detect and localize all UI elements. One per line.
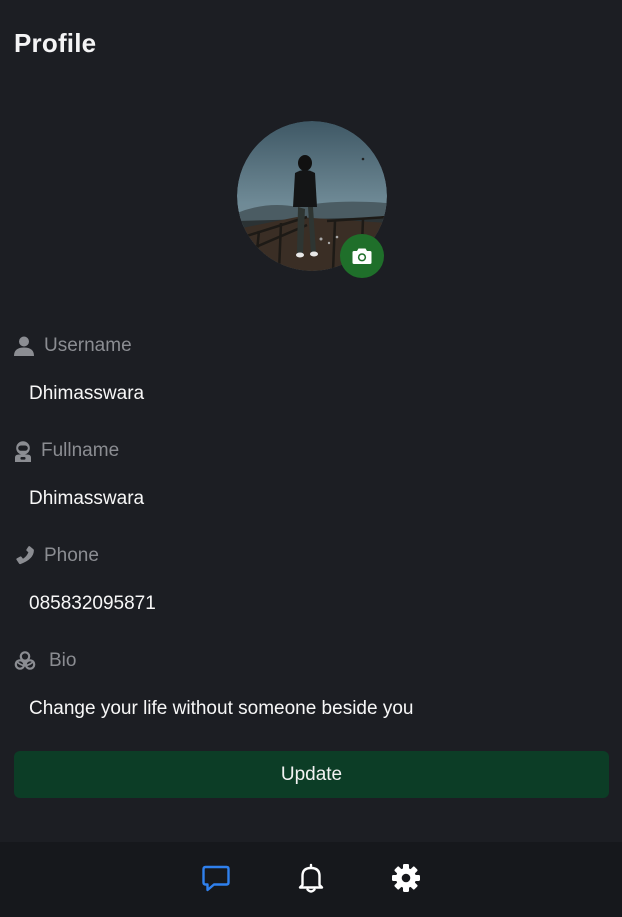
astronaut-icon: [15, 440, 31, 462]
username-label-row: Username: [14, 335, 132, 357]
bio-label-row: Bio: [14, 650, 76, 672]
username-label: Username: [44, 335, 132, 356]
bell-icon: [298, 863, 324, 893]
nav-settings-button[interactable]: [389, 861, 423, 895]
fullname-label-row: Fullname: [14, 440, 119, 462]
fullname-value[interactable]: Dhimasswara: [29, 486, 599, 512]
gear-icon: [392, 864, 420, 892]
biohazard-icon: [14, 651, 36, 670]
user-icon: [14, 336, 34, 356]
update-button[interactable]: Update: [14, 751, 609, 798]
phone-label: Phone: [44, 545, 99, 566]
bio-value[interactable]: Change your life without someone beside …: [29, 696, 599, 722]
page-title: Profile: [14, 28, 97, 58]
nav-notifications-button[interactable]: [294, 861, 328, 895]
change-photo-button[interactable]: [340, 234, 384, 278]
phone-value[interactable]: 085832095871: [29, 591, 599, 617]
bio-label: Bio: [49, 650, 77, 671]
username-value[interactable]: Dhimasswara: [29, 381, 599, 407]
nav-chat-button[interactable]: [199, 861, 233, 895]
phone-label-row: Phone: [14, 545, 99, 567]
bottom-navigation: [0, 842, 622, 917]
profile-page: Profile Username Dhimasswara Fullname Dh…: [0, 0, 622, 917]
fullname-label: Fullname: [41, 440, 120, 461]
camera-icon: [352, 248, 372, 264]
avatar-container: [237, 121, 387, 278]
phone-icon: [16, 546, 34, 565]
chat-icon: [202, 865, 230, 892]
